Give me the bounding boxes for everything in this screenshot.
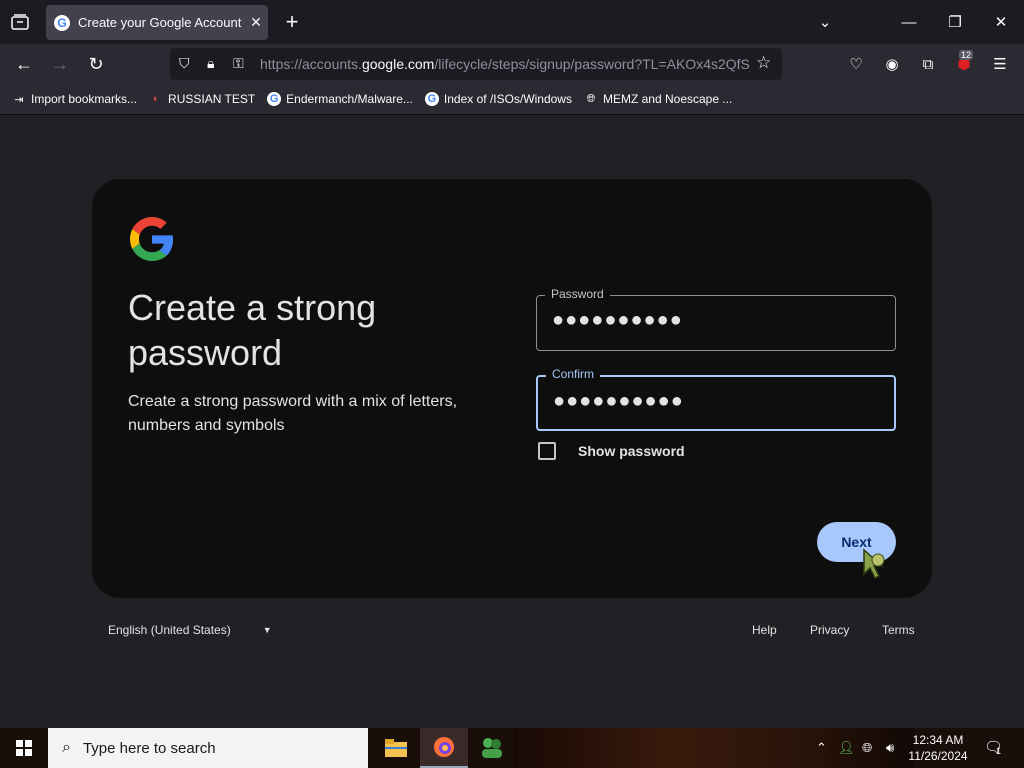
bookmark-star-icon[interactable]: ☆	[756, 53, 771, 73]
windows-logo-icon	[16, 740, 32, 756]
messenger-app-button[interactable]	[468, 728, 516, 768]
bookmark-import[interactable]: ⇥ Import bookmarks...	[12, 92, 137, 106]
language-selector[interactable]: English (United States) ▼	[108, 623, 272, 637]
bookmarks-toolbar: ⇥ Import bookmarks... ◐ RUSSIAN TEST G E…	[0, 84, 1024, 115]
bookmark-label: RUSSIAN TEST	[168, 92, 256, 106]
google-icon: G	[267, 92, 282, 106]
animated-cursor-icon	[863, 548, 885, 580]
network-globe-icon[interactable]: 🌐︎	[862, 740, 872, 756]
google-favicon-icon: G	[54, 14, 70, 31]
bookmark-memz[interactable]: 🌐︎ MEMZ and Noescape ...	[584, 92, 733, 106]
bookmark-isos[interactable]: G Index of /ISOs/Windows	[424, 92, 572, 106]
shield-icon[interactable]: ⛉	[179, 55, 190, 72]
show-hidden-icons-chevron-up-icon[interactable]: ⌃	[816, 740, 827, 756]
clock-date: 11/26/2024	[908, 749, 968, 763]
password-label: Password	[545, 287, 610, 301]
minimize-icon[interactable]: —	[886, 0, 932, 44]
user-tray-icon[interactable]: 👤︎	[838, 740, 855, 756]
google-icon: G	[424, 92, 439, 106]
site-icon: ◐	[152, 93, 160, 105]
new-tab-button[interactable]: +	[278, 8, 306, 36]
menu-hamburger-icon[interactable]: ☰	[988, 52, 1012, 76]
bookmark-label: Index of /ISOs/Windows	[443, 92, 572, 106]
windows-taskbar: ⌕ Type here to search ⌃ 👤︎ 🌐︎ 🔊︎ 12:34 A…	[0, 728, 1024, 768]
clock-time: 12:34 AM	[912, 733, 964, 747]
back-button[interactable]: ←	[10, 50, 38, 78]
file-explorer-button[interactable]	[372, 728, 420, 768]
checkbox[interactable]	[538, 442, 556, 460]
confirm-value[interactable]: ●●●●●●●●●●	[553, 390, 684, 413]
users-icon	[482, 738, 502, 758]
system-clock[interactable]: 12:34 AM 11/26/2024	[906, 732, 970, 764]
account-icon[interactable]: ◉	[880, 52, 904, 76]
close-tab-icon[interactable]: ✕	[244, 14, 268, 31]
dropdown-caret-icon: ▼	[262, 625, 272, 635]
import-icon: ⇥	[14, 93, 24, 106]
bookmark-endermanch[interactable]: G Endermanch/Malware...	[267, 92, 413, 106]
password-field[interactable]: Password ●●●●●●●●●●	[536, 287, 896, 351]
tab-title: Create your Google Account	[78, 15, 242, 30]
confirm-label: Confirm	[546, 367, 601, 381]
confirm-password-field[interactable]: Confirm ●●●●●●●●●●	[536, 367, 896, 431]
bookmark-label: Endermanch/Malware...	[286, 92, 413, 106]
language-label: English (United States)	[108, 623, 231, 637]
signup-card: Create a strong password Create a strong…	[92, 179, 932, 598]
pocket-icon[interactable]: ♡	[844, 52, 868, 76]
extensions-icon[interactable]: ⧉	[916, 52, 940, 76]
url-text[interactable]: https://accounts.google.com/lifecycle/st…	[260, 56, 750, 72]
bookmark-label: MEMZ and Noescape ...	[602, 92, 733, 106]
globe-icon: 🌐︎	[586, 92, 596, 105]
browser-tab[interactable]: G Create your Google Account ✕	[46, 5, 268, 40]
notification-count: 1	[996, 746, 1002, 756]
key-icon[interactable]: ⚿	[233, 55, 244, 72]
lock-icon[interactable]: 🔒︎	[207, 55, 214, 72]
close-window-icon[interactable]: ✕	[978, 0, 1024, 44]
search-placeholder: Type here to search	[82, 739, 216, 757]
list-all-tabs-chevron-down-icon[interactable]: ⌄	[802, 0, 848, 44]
privacy-link[interactable]: Privacy	[810, 623, 849, 637]
forward-button[interactable]: →	[46, 50, 74, 78]
restore-icon[interactable]: ❐	[932, 0, 978, 44]
password-value[interactable]: ●●●●●●●●●●	[552, 309, 683, 332]
volume-icon[interactable]: 🔊︎	[886, 740, 894, 756]
navigation-toolbar: ← → ↻ ⛉ 🔒︎ ⚿ https://accounts.google.com…	[0, 44, 1024, 84]
firefox-icon	[434, 737, 454, 757]
tab-list-icon	[11, 14, 29, 30]
help-link[interactable]: Help	[752, 623, 777, 637]
show-password-checkbox[interactable]: Show password	[538, 442, 685, 460]
firefox-button[interactable]	[420, 728, 468, 768]
folder-icon	[385, 739, 407, 757]
address-bar[interactable]: ⛉ 🔒︎ ⚿ https://accounts.google.com/lifec…	[170, 48, 782, 80]
bookmark-label: Import bookmarks...	[31, 92, 138, 106]
tab-bar: G Create your Google Account ✕ + ⌄ — ❐ ✕	[0, 0, 1024, 44]
bookmark-russian-test[interactable]: ◐ RUSSIAN TEST	[149, 92, 255, 106]
reload-button[interactable]: ↻	[82, 50, 110, 78]
tab-list-button[interactable]	[0, 0, 40, 44]
google-logo-icon	[130, 217, 174, 261]
taskbar-search-box[interactable]: ⌕ Type here to search	[48, 728, 368, 768]
search-icon: ⌕	[62, 739, 71, 756]
page-description: Create a strong password with a mix of l…	[128, 393, 458, 434]
terms-link[interactable]: Terms	[882, 623, 915, 637]
start-button[interactable]	[0, 728, 48, 768]
extension-badge: 12	[959, 50, 974, 60]
show-password-label[interactable]: Show password	[578, 443, 685, 459]
page-title: Create a strong password	[128, 287, 377, 373]
